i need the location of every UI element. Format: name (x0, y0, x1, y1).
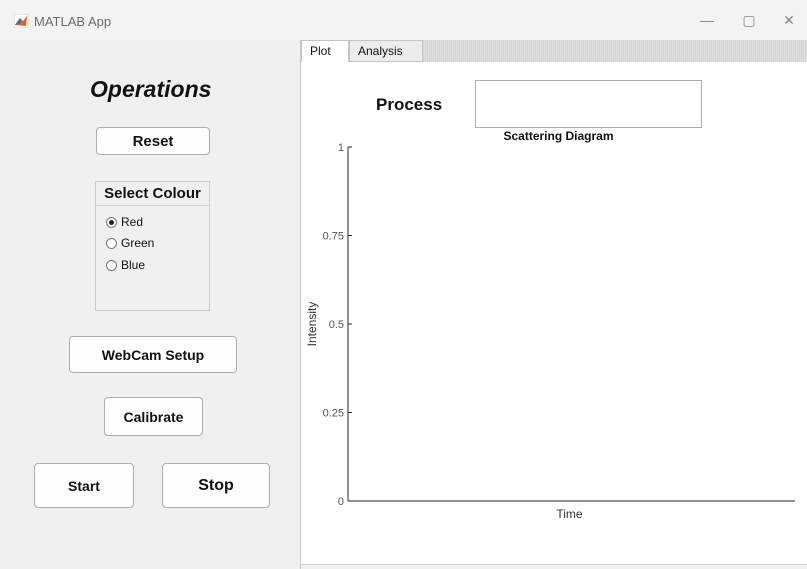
close-icon: ✕ (783, 11, 795, 28)
x-axis-label: Time (556, 507, 583, 521)
radio-button-icon[interactable] (106, 237, 117, 249)
y-tick-label: 0.5 (329, 319, 344, 331)
select-colour-group: Select Colour Red Green Blue (95, 181, 210, 311)
y-tick-label: 0 (338, 496, 344, 508)
y-tick-label: 1 (338, 142, 344, 154)
radio-blue[interactable]: Blue (106, 256, 145, 274)
radio-green-label: Green (121, 236, 155, 250)
operations-title: Operations (90, 76, 212, 102)
radio-red[interactable]: Red (106, 213, 143, 231)
minimize-button[interactable]: — (690, 8, 724, 32)
process-label: Process (376, 95, 443, 114)
tab-bar: Plot Analysis (301, 40, 807, 63)
scattering-diagram-chart: 0 0.25 0.5 0.75 1 Scattering Diagram Time Inten… (305, 129, 795, 521)
radio-blue-label: Blue (121, 258, 146, 272)
y-axis-label: Intensity (305, 302, 319, 347)
process-field[interactable] (475, 80, 702, 128)
y-tick-label: 0.25 (323, 408, 344, 420)
bottom-border (301, 564, 807, 565)
radio-button-icon[interactable] (106, 259, 117, 271)
matlab-icon (14, 14, 28, 28)
tab-plot[interactable]: Plot (301, 40, 349, 62)
plot-area (348, 147, 795, 501)
window-title: MATLAB App (34, 14, 112, 29)
chart-title: Scattering Diagram (503, 129, 613, 143)
title-bar: MATLAB App — ▢ ✕ (0, 0, 807, 40)
maximize-icon: ▢ (742, 11, 756, 28)
close-button[interactable]: ✕ (772, 8, 806, 32)
radio-red-label: Red (121, 215, 144, 229)
radio-button-icon[interactable] (106, 216, 117, 228)
y-tick-label: 0.75 (323, 231, 344, 243)
tab-analysis[interactable]: Analysis (349, 40, 423, 62)
select-colour-title: Select Colour (96, 182, 209, 206)
stop-button[interactable]: Stop (162, 463, 270, 508)
minimize-icon: — (700, 12, 714, 28)
start-button[interactable]: Start (34, 463, 134, 508)
radio-selected-dot (109, 219, 114, 225)
calibrate-button[interactable]: Calibrate (104, 397, 203, 436)
reset-button[interactable]: Reset (96, 127, 210, 155)
radio-green[interactable]: Green (106, 234, 154, 252)
webcam-setup-button[interactable]: WebCam Setup (69, 336, 237, 373)
maximize-button[interactable]: ▢ (732, 8, 766, 32)
